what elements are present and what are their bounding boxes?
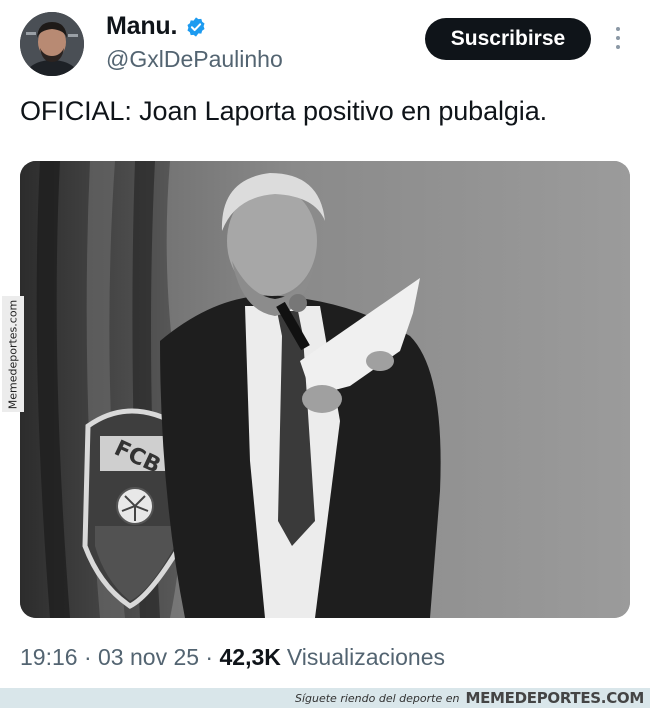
tweet-meta: 19:16 · 03 nov 25 · 42,3K Visualizacione… <box>20 644 445 671</box>
avatar[interactable] <box>20 12 84 76</box>
author-name[interactable]: Manu. <box>106 12 177 41</box>
views-count: 42,3K <box>219 644 281 670</box>
photo-image: FCB <box>20 161 630 618</box>
meta-separator-1: · <box>77 644 99 670</box>
avatar-image <box>20 12 84 76</box>
tweet-header: Manu. @GxlDePaulinho Suscribirse <box>0 0 650 90</box>
footer-tagline: Síguete riendo del deporte en <box>294 691 460 705</box>
footer-watermark: Síguete riendo del deporte en MEMEDEPORT… <box>0 688 650 708</box>
verified-badge-icon <box>187 16 205 37</box>
meta-separator-2: · <box>199 644 220 670</box>
author-handle[interactable]: @GxlDePaulinho <box>106 46 283 73</box>
tweet-time[interactable]: 19:16 <box>20 644 78 671</box>
side-watermark: Memedeportes.com <box>2 296 24 412</box>
tweet-date[interactable]: 03 nov 25 <box>98 644 199 671</box>
more-options-icon[interactable] <box>606 22 630 58</box>
views-label: Visualizaciones <box>286 644 445 670</box>
side-watermark-text: Memedeportes.com <box>6 299 20 409</box>
subscribe-button[interactable]: Suscribirse <box>425 18 591 60</box>
tweet-photo[interactable]: FCB <box>20 161 630 618</box>
author-name-row: Manu. <box>106 12 207 41</box>
tweet-text: OFICIAL: Joan Laporta positivo en pubalg… <box>20 96 548 126</box>
footer-brand[interactable]: MEMEDEPORTES.COM <box>465 689 644 707</box>
